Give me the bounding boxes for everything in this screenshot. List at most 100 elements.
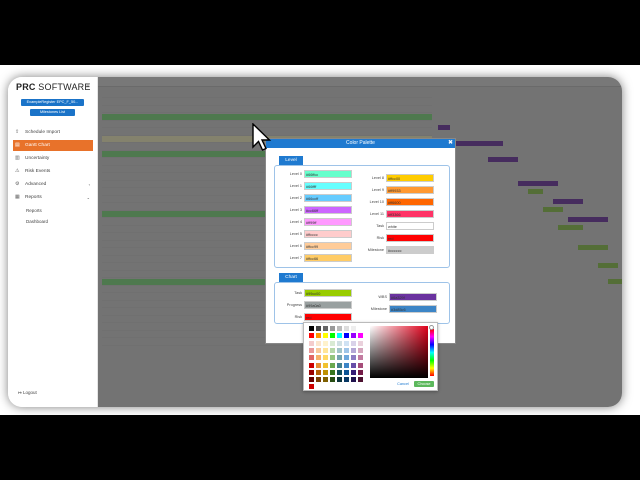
- level-color-input[interactable]: #ff9933: [386, 186, 434, 194]
- color-swatch[interactable]: [309, 377, 314, 383]
- color-swatch[interactable]: [316, 347, 321, 353]
- color-swatch[interactable]: [309, 355, 314, 361]
- color-swatch[interactable]: [351, 362, 356, 368]
- chart-color-input[interactable]: #3d85c6: [389, 305, 437, 313]
- level-color-input[interactable]: #cccccc: [386, 246, 434, 254]
- color-swatch[interactable]: [337, 347, 342, 353]
- sidebar-subitem-reports[interactable]: Reports: [26, 208, 42, 213]
- color-swatch[interactable]: [358, 355, 363, 361]
- choose-button[interactable]: Choose: [414, 381, 434, 387]
- level-color-input[interactable]: #ffcc66: [304, 254, 352, 262]
- color-swatch[interactable]: [344, 333, 349, 339]
- hamburger-icon[interactable]: ≡: [86, 83, 90, 89]
- chart-color-input[interactable]: red: [304, 313, 352, 321]
- color-swatch[interactable]: [316, 369, 321, 375]
- level-color-input[interactable]: #ffcc00: [386, 174, 434, 182]
- color-swatch[interactable]: [358, 377, 363, 383]
- color-swatch[interactable]: [337, 333, 342, 339]
- color-swatch[interactable]: [344, 355, 349, 361]
- level-color-input[interactable]: #ffcc99: [304, 242, 352, 250]
- color-swatch[interactable]: [316, 340, 321, 346]
- sidebar-item-uncertainty[interactable]: ▥ Uncertainty: [13, 153, 93, 164]
- color-swatch[interactable]: [344, 377, 349, 383]
- milestones-list-button[interactable]: Milestones List: [30, 109, 75, 116]
- level-color-input[interactable]: #cc66ff: [304, 206, 352, 214]
- chart-color-input[interactable]: #99a0a0: [304, 301, 352, 309]
- sidebar-item-reports[interactable]: ▦ Reports ⌄: [13, 192, 93, 203]
- color-swatch[interactable]: [323, 333, 328, 339]
- chart-color-input[interactable]: #99cc00: [304, 289, 352, 297]
- color-swatch[interactable]: [330, 377, 335, 383]
- color-swatch[interactable]: [316, 362, 321, 368]
- color-swatch[interactable]: [316, 355, 321, 361]
- color-swatch[interactable]: [344, 326, 349, 331]
- color-swatch[interactable]: [337, 362, 342, 368]
- tab-level[interactable]: Level: [279, 156, 303, 165]
- color-swatch[interactable]: [330, 347, 335, 353]
- color-swatch[interactable]: [351, 340, 356, 346]
- cancel-button[interactable]: Cancel: [396, 381, 410, 387]
- color-swatch[interactable]: [309, 326, 314, 331]
- level-color-input[interactable]: #ff6600: [386, 198, 434, 206]
- color-swatch[interactable]: [351, 347, 356, 353]
- color-swatch[interactable]: [330, 369, 335, 375]
- saturation-field[interactable]: [370, 326, 428, 378]
- color-swatch[interactable]: [309, 362, 314, 368]
- color-swatch[interactable]: [351, 377, 356, 383]
- color-swatch[interactable]: [323, 326, 328, 331]
- level-color-input[interactable]: #ffcccc: [304, 230, 352, 238]
- close-icon[interactable]: ✖: [448, 139, 453, 148]
- color-swatch[interactable]: [323, 362, 328, 368]
- color-swatch[interactable]: [351, 326, 356, 331]
- color-swatch[interactable]: [351, 333, 356, 339]
- color-swatch[interactable]: [337, 369, 342, 375]
- color-swatch[interactable]: [358, 362, 363, 368]
- color-swatch[interactable]: [323, 347, 328, 353]
- color-swatch[interactable]: [323, 377, 328, 383]
- color-swatch[interactable]: [316, 333, 321, 339]
- color-swatch[interactable]: [358, 326, 363, 331]
- level-color-input[interactable]: #66ffcc: [304, 170, 352, 178]
- color-swatch[interactable]: [337, 340, 342, 346]
- color-swatch[interactable]: [309, 369, 314, 375]
- color-swatch[interactable]: [330, 362, 335, 368]
- logout-link[interactable]: ↦ Logout: [18, 390, 37, 396]
- color-swatch[interactable]: [316, 326, 321, 331]
- color-swatch[interactable]: [351, 355, 356, 361]
- color-swatch[interactable]: [309, 333, 314, 339]
- sidebar-item-gantt-chart[interactable]: ▤ Gantt Chart: [13, 140, 93, 151]
- level-color-input[interactable]: red: [386, 234, 434, 242]
- sidebar-item-schedule-import[interactable]: ⇪ Schedule Import: [13, 127, 93, 138]
- color-swatch[interactable]: [330, 333, 335, 339]
- level-color-input[interactable]: #ff99ff: [304, 218, 352, 226]
- picker-handle-icon[interactable]: [429, 325, 434, 330]
- color-swatch[interactable]: [344, 362, 349, 368]
- chart-color-input[interactable]: #6a329f: [389, 293, 437, 301]
- color-swatch[interactable]: [344, 340, 349, 346]
- color-swatch[interactable]: [330, 340, 335, 346]
- color-swatch[interactable]: [358, 347, 363, 353]
- sidebar-item-risk-events[interactable]: ⚠ Risk Events: [13, 166, 93, 177]
- sidebar-item-advanced[interactable]: ⚙ Advanced ‹: [13, 179, 93, 190]
- color-swatch[interactable]: [323, 369, 328, 375]
- sidebar-subitem-dashboard[interactable]: Dashboard: [26, 219, 48, 224]
- color-swatch[interactable]: [358, 369, 363, 375]
- level-color-input[interactable]: #ff3366: [386, 210, 434, 218]
- color-swatch[interactable]: [309, 340, 314, 346]
- color-swatch[interactable]: [323, 355, 328, 361]
- color-swatch[interactable]: [309, 347, 314, 353]
- level-color-input[interactable]: #66ccff: [304, 194, 352, 202]
- color-swatch[interactable]: [358, 333, 363, 339]
- color-swatch[interactable]: [323, 340, 328, 346]
- color-swatch[interactable]: [337, 355, 342, 361]
- color-swatch[interactable]: [316, 377, 321, 383]
- hue-slider[interactable]: [430, 329, 434, 376]
- level-color-input[interactable]: #66ffff: [304, 182, 352, 190]
- color-swatch[interactable]: [344, 369, 349, 375]
- color-swatch[interactable]: [351, 369, 356, 375]
- color-swatch[interactable]: [330, 355, 335, 361]
- level-color-input[interactable]: white: [386, 222, 434, 230]
- project-button[interactable]: ExampleRegister EPC_F_50...: [21, 99, 84, 106]
- color-swatch[interactable]: [337, 377, 342, 383]
- color-swatch[interactable]: [337, 326, 342, 331]
